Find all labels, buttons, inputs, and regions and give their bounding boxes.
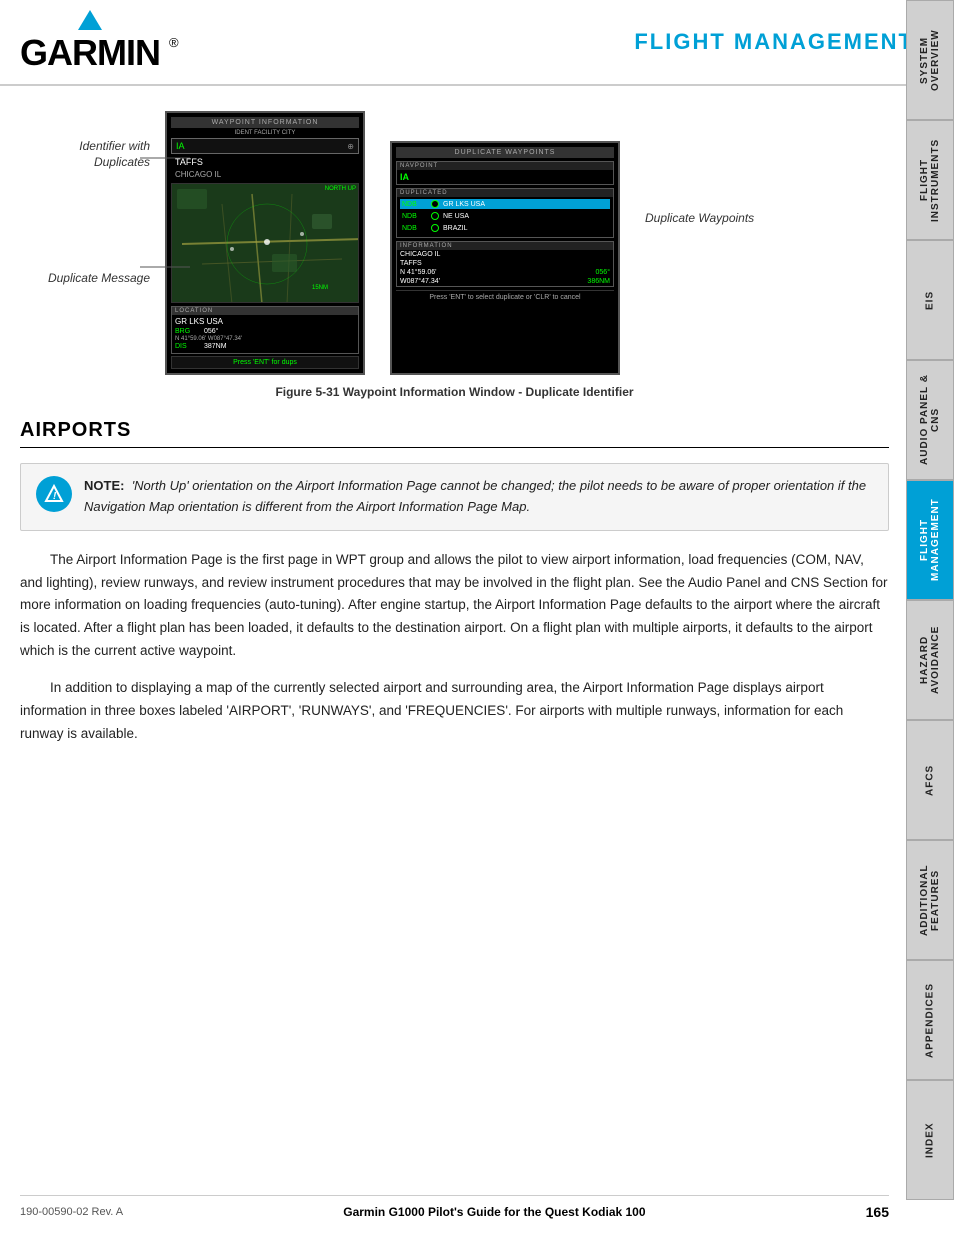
sidebar-tab-appendices[interactable]: APPENDICES <box>906 960 954 1080</box>
navpoint-header: NAVPOINT <box>397 162 613 170</box>
screen-tabs: IDENT FACILITY CITY <box>171 130 359 136</box>
dis-label: DIS <box>175 343 200 350</box>
garmin-wordmark: GARMIN <box>20 32 160 74</box>
brg-value: 056° <box>204 328 218 335</box>
dup-loc-3: BRAZIL <box>443 225 468 232</box>
sidebar-tab-flight-instruments[interactable]: FLIGHT INSTRUMENTS <box>906 120 954 240</box>
garmin-registered: ® <box>169 35 179 50</box>
garmin-triangle-icon <box>78 10 102 30</box>
brg-label: BRG <box>175 328 200 335</box>
dup-dot-1 <box>431 200 439 208</box>
waypoint-name: TAFFS <box>171 156 359 168</box>
screens-container: WAYPOINT INFORMATION IDENT FACILITY CITY… <box>165 111 889 375</box>
duplicate-message: Press 'ENT' for dups <box>171 356 359 369</box>
page-footer: 190-00590-02 Rev. A Garmin G1000 Pilot's… <box>20 1195 889 1220</box>
dup-instruction: Press 'ENT' to select duplicate or 'CLR'… <box>396 290 614 304</box>
dup-row-2[interactable]: NDB NE USA <box>400 211 610 221</box>
annotation-duplicate-waypoints: Duplicate Waypoints <box>645 211 754 225</box>
dup-type-1: NDB <box>402 201 427 208</box>
duplicated-section: DUPLICATED NDB GR LKS USA NDB NE USA <box>396 188 614 238</box>
sidebar-tab-system-overview[interactable]: SYSTEM OVERVIEW <box>906 0 954 120</box>
sidebar-tab-additional-features[interactable]: ADDITIONAL FEATURES <box>906 840 954 960</box>
annotation-duplicate-message: Duplicate Message <box>20 271 150 285</box>
annotation-identifier-line <box>140 151 190 166</box>
identifier-cursor: ⊕ <box>347 142 354 151</box>
waypoint-city: CHICAGO IL <box>171 169 359 180</box>
navpoint-body: IA <box>397 170 613 184</box>
coords-row: N 41°59.06' W087°47.34' <box>175 336 355 342</box>
brg-row: BRG 056° <box>175 328 355 335</box>
dup-lon-row: W087°47.34' 386NM <box>397 277 613 286</box>
footer-revision: 190-00590-02 Rev. A <box>20 1206 123 1218</box>
note-icon: ! <box>36 476 72 512</box>
duplicated-body: NDB GR LKS USA NDB NE USA NDB BRA <box>397 197 613 237</box>
sidebar-tab-hazard-avoidance[interactable]: HAZARD AVOIDANCE <box>906 600 954 720</box>
sidebar-tab-flight-management[interactable]: FLIGHT MANAGEMENT <box>906 480 954 600</box>
location-name: GR LKS USA <box>175 317 355 326</box>
dup-screen-title: DUPLICATE WAYPOINTS <box>396 147 614 158</box>
page-header: GARMIN ® FLIGHT MANAGEMENT <box>0 0 954 86</box>
duplicated-header: DUPLICATED <box>397 189 613 197</box>
identifier-field: IA ⊕ <box>171 138 359 154</box>
sidebar-tab-audio-panel[interactable]: AUDIO PANEL & CNS <box>906 360 954 480</box>
svg-text:15NM: 15NM <box>312 285 328 291</box>
screen-header: WAYPOINT INFORMATION <box>171 117 359 128</box>
note-box: ! NOTE: 'North Up' orientation on the Ai… <box>20 463 889 531</box>
dup-info-section: INFORMATION CHICAGO IL TAFFS N 41°59.06'… <box>396 241 614 287</box>
dup-info-city: CHICAGO IL <box>397 250 613 259</box>
navpoint-value: IA <box>400 172 409 182</box>
navpoint-section: NAVPOINT IA <box>396 161 614 185</box>
location-header: LOCATION <box>172 307 358 315</box>
dup-dot-2 <box>431 212 439 220</box>
map-display: NORTH UP <box>171 183 359 303</box>
main-waypoint-screen: WAYPOINT INFORMATION IDENT FACILITY CITY… <box>165 111 365 375</box>
dup-info-header: INFORMATION <box>397 242 613 250</box>
dup-loc-1: GR LKS USA <box>443 201 485 208</box>
airports-section-title: AIRPORTS <box>20 419 889 448</box>
annotation-identifier: Identifier with Duplicates <box>20 139 150 170</box>
map-svg: 15NM <box>172 184 358 302</box>
dup-lon: W087°47.34' <box>400 278 440 285</box>
dup-brg: 056° <box>596 269 610 276</box>
dup-row-3[interactable]: NDB BRAZIL <box>400 223 610 233</box>
sidebar-tab-eis[interactable]: EIS <box>906 240 954 360</box>
location-section: LOCATION GR LKS USA BRG 056° N 41°59.06'… <box>171 306 359 354</box>
dup-coords-row: N 41°59.06' 056° <box>397 268 613 277</box>
sidebar-tab-afcs[interactable]: AFCS <box>906 720 954 840</box>
location-data: GR LKS USA BRG 056° N 41°59.06' W087°47.… <box>172 315 358 353</box>
body-paragraph-2: In addition to displaying a map of the c… <box>20 677 889 746</box>
note-label: NOTE: <box>84 478 124 493</box>
main-content: Identifier with Duplicates Duplicate Mes… <box>0 86 954 775</box>
body-paragraph-1: The Airport Information Page is the firs… <box>20 549 889 664</box>
duplicate-waypoints-screen: DUPLICATE WAYPOINTS NAVPOINT IA DUPLICAT… <box>390 141 620 375</box>
coords-value: N 41°59.06' W087°47.34' <box>175 336 242 342</box>
dup-loc-2: NE USA <box>443 213 469 220</box>
page-title: FLIGHT MANAGEMENT <box>634 29 914 55</box>
footer-page-number: 165 <box>866 1204 889 1220</box>
dis-value: 387NM <box>204 343 227 350</box>
figure-caption: Figure 5-31 Waypoint Information Window … <box>20 385 889 399</box>
annotation-message-line <box>140 260 190 275</box>
note-content: 'North Up' orientation on the Airport In… <box>84 478 866 514</box>
note-text: NOTE: 'North Up' orientation on the Airp… <box>84 476 873 518</box>
dup-info-name: TAFFS <box>397 259 613 268</box>
dup-lat: N 41°59.06' <box>400 269 436 276</box>
warning-icon: ! <box>44 484 64 504</box>
dup-dot-3 <box>431 224 439 232</box>
dup-type-2: NDB <box>402 213 427 220</box>
sidebar-tab-index[interactable]: INDEX <box>906 1080 954 1200</box>
footer-title: Garmin G1000 Pilot's Guide for the Quest… <box>343 1205 645 1219</box>
dup-type-3: NDB <box>402 225 427 232</box>
figure-area: Identifier with Duplicates Duplicate Mes… <box>20 111 889 375</box>
garmin-logo: GARMIN ® <box>20 10 179 74</box>
dup-row-1[interactable]: NDB GR LKS USA <box>400 199 610 209</box>
right-sidebar: SYSTEM OVERVIEW FLIGHT INSTRUMENTS EIS A… <box>906 0 954 1200</box>
identifier-value: IA <box>176 141 185 151</box>
dup-dist: 386NM <box>587 278 610 285</box>
dis-row: DIS 387NM <box>175 343 355 350</box>
